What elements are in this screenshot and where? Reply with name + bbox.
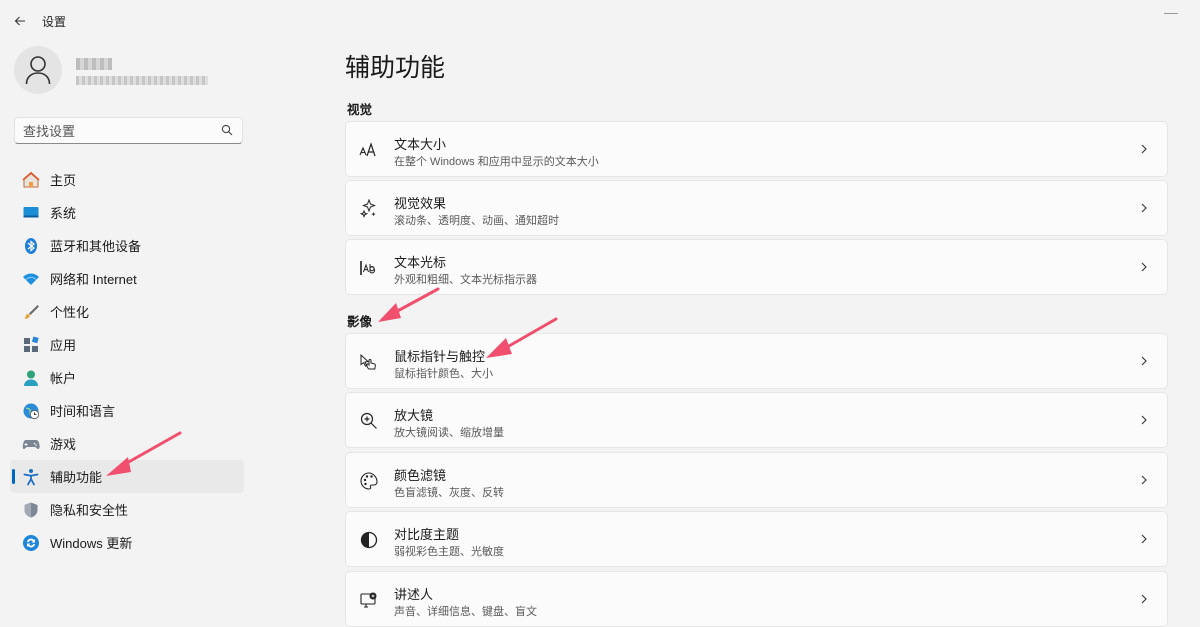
- chevron-right-icon: [1141, 415, 1147, 425]
- card-visual-effects[interactable]: 视觉效果 滚动条、透明度、动画、通知超时: [345, 180, 1168, 236]
- sidebar-item-label: 网络和 Internet: [50, 272, 137, 287]
- card-subtitle: 在整个 Windows 和应用中显示的文本大小: [394, 156, 599, 168]
- sparkle-icon: [359, 199, 379, 219]
- sidebar-item-label: 个性化: [50, 305, 90, 320]
- sidebar-item-label: 帐户: [50, 371, 77, 386]
- update-icon: [22, 534, 40, 552]
- chevron-right-icon: [1141, 203, 1147, 213]
- card-title: 颜色滤镜: [394, 468, 447, 483]
- card-mouse-pointer-touch[interactable]: 鼠标指针与触控 鼠标指针颜色、大小: [345, 333, 1168, 389]
- app-title: 设置: [42, 15, 67, 29]
- card-subtitle: 声音、详细信息、键盘、盲文: [394, 606, 537, 618]
- wifi-icon: [22, 270, 40, 288]
- title-bar: 设置: [0, 0, 1200, 40]
- card-subtitle: 弱视彩色主题、光敏度: [394, 546, 504, 558]
- card-subtitle: 放大镜阅读、缩放增量: [394, 427, 504, 439]
- sidebar-item-label: 游戏: [50, 437, 77, 452]
- sidebar-item-system[interactable]: 系统: [10, 196, 244, 229]
- system-icon: [22, 204, 40, 222]
- card-color-filters[interactable]: 颜色滤镜 色盲滤镜、灰度、反转: [345, 452, 1168, 508]
- home-icon: [22, 171, 40, 189]
- card-title: 放大镜: [394, 408, 434, 423]
- magnifier-icon: [359, 411, 379, 431]
- search-box[interactable]: [14, 117, 243, 144]
- card-title: 鼠标指针与触控: [394, 349, 486, 364]
- chevron-right-icon: [1141, 594, 1147, 604]
- search-icon[interactable]: [221, 124, 233, 136]
- sidebar-item-network[interactable]: 网络和 Internet: [10, 262, 244, 295]
- card-subtitle: 外观和粗细、文本光标指示器: [394, 274, 537, 286]
- sidebar-item-label: 应用: [50, 338, 77, 353]
- account-icon: [22, 369, 40, 387]
- contrast-icon: [359, 530, 379, 550]
- sidebar-item-label: 时间和语言: [50, 404, 116, 419]
- gamepad-icon: [22, 435, 40, 453]
- sidebar-item-gaming[interactable]: 游戏: [10, 427, 244, 460]
- card-title: 对比度主题: [394, 527, 460, 542]
- card-title: 文本光标: [394, 255, 447, 270]
- user-email-blurred: [76, 76, 208, 85]
- minimize-button[interactable]: [1164, 4, 1178, 14]
- sidebar-item-windows-update[interactable]: Windows 更新: [10, 526, 244, 559]
- sidebar-item-label: 蓝牙和其他设备: [50, 239, 142, 254]
- sidebar-nav: 主页 系统 蓝牙和其他设备 网络和 Internet 个性化 应用 帐户 时间和…: [10, 163, 244, 559]
- bluetooth-icon: [22, 237, 40, 255]
- sidebar-item-apps[interactable]: 应用: [10, 328, 244, 361]
- text-size-icon: [359, 140, 379, 160]
- card-magnifier[interactable]: 放大镜 放大镜阅读、缩放增量: [345, 392, 1168, 448]
- sidebar-item-personalization[interactable]: 个性化: [10, 295, 244, 328]
- narrator-icon: [359, 590, 379, 610]
- sidebar-item-home[interactable]: 主页: [10, 163, 244, 196]
- card-text-size[interactable]: 文本大小 在整个 Windows 和应用中显示的文本大小: [345, 121, 1168, 177]
- card-title: 文本大小: [394, 137, 447, 152]
- avatar[interactable]: [14, 46, 62, 94]
- card-subtitle: 色盲滤镜、灰度、反转: [394, 487, 504, 499]
- sidebar-item-bluetooth[interactable]: 蓝牙和其他设备: [10, 229, 244, 262]
- sidebar-item-label: 系统: [50, 206, 77, 221]
- search-input[interactable]: [23, 122, 213, 140]
- card-subtitle: 鼠标指针颜色、大小: [394, 368, 493, 380]
- sidebar-item-label: 主页: [50, 173, 77, 188]
- back-arrow-icon: [14, 16, 25, 26]
- person-icon: [25, 56, 51, 85]
- palette-icon: [359, 471, 379, 491]
- apps-icon: [22, 335, 40, 354]
- sidebar-item-time-language[interactable]: 时间和语言: [10, 394, 244, 427]
- sidebar-item-label: 辅助功能: [50, 470, 103, 485]
- card-narrator[interactable]: 讲述人 声音、详细信息、键盘、盲文: [345, 571, 1168, 627]
- section-label-vision: 视觉: [347, 103, 373, 117]
- card-subtitle: 滚动条、透明度、动画、通知超时: [394, 215, 559, 227]
- user-name-blurred: [76, 58, 112, 70]
- accessibility-icon: [22, 468, 40, 486]
- chevron-right-icon: [1141, 262, 1147, 272]
- card-contrast-themes[interactable]: 对比度主题 弱视彩色主题、光敏度: [345, 511, 1168, 567]
- pointer-touch-icon: [359, 352, 379, 372]
- sidebar-item-accounts[interactable]: 帐户: [10, 361, 244, 394]
- chevron-right-icon: [1141, 356, 1147, 366]
- sidebar-item-accessibility[interactable]: 辅助功能: [10, 460, 244, 493]
- chevron-right-icon: [1141, 475, 1147, 485]
- brush-icon: [22, 303, 40, 321]
- globe-clock-icon: [22, 402, 40, 420]
- text-cursor-icon: [359, 258, 379, 278]
- shield-icon: [22, 501, 40, 519]
- section-label-imaging: 影像: [347, 315, 373, 329]
- page-title: 辅助功能: [345, 54, 446, 82]
- sidebar-item-label: Windows 更新: [50, 536, 133, 551]
- card-text-cursor[interactable]: 文本光标 外观和粗细、文本光标指示器: [345, 239, 1168, 295]
- back-button[interactable]: [10, 11, 30, 31]
- card-title: 视觉效果: [394, 196, 447, 211]
- chevron-right-icon: [1141, 144, 1147, 154]
- sidebar-item-label: 隐私和安全性: [50, 503, 129, 518]
- chevron-right-icon: [1141, 534, 1147, 544]
- card-title: 讲述人: [394, 587, 434, 602]
- sidebar-item-privacy[interactable]: 隐私和安全性: [10, 493, 244, 526]
